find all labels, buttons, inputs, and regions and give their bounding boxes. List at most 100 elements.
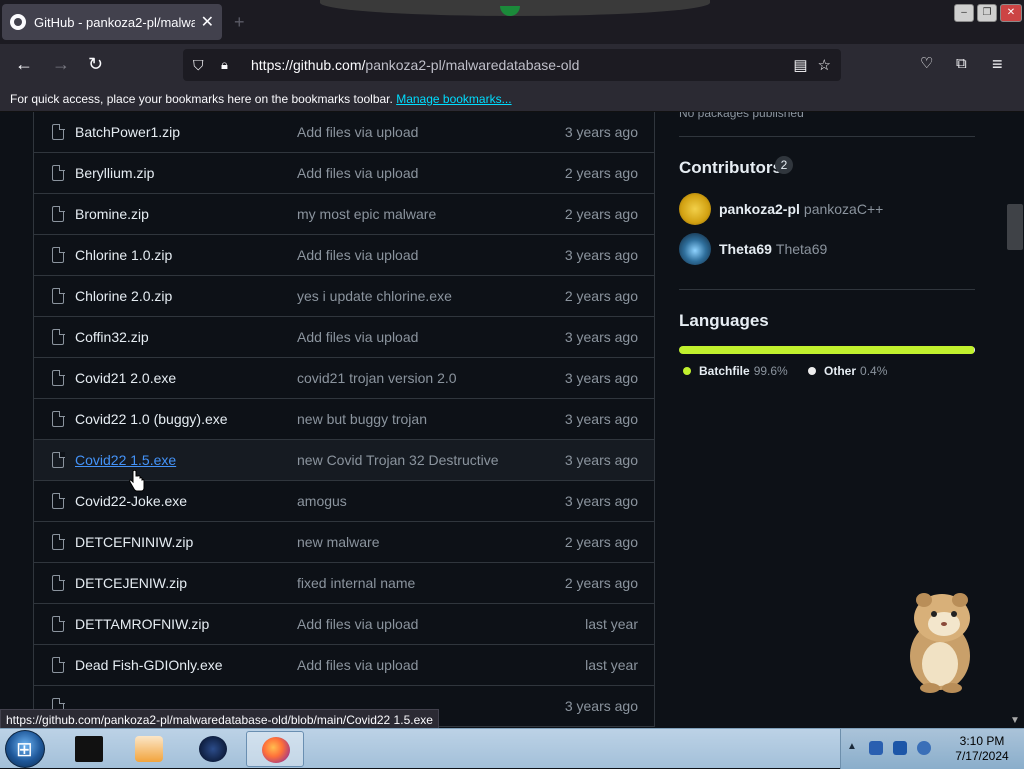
language-item-other[interactable]: Other 0.4%: [808, 364, 887, 378]
commit-message-link[interactable]: fixed internal name: [297, 575, 415, 591]
show-hidden-icons-arrow-icon[interactable]: ▲: [847, 741, 857, 752]
bookmarks-toolbar: For quick access, place your bookmarks h…: [0, 86, 1024, 112]
commit-date: 2 years ago: [564, 206, 638, 222]
back-arrow-icon[interactable]: ←: [15, 54, 33, 74]
file-row[interactable]: DETCEFNINIW.zip new malware 2 years ago: [34, 522, 654, 563]
file-row[interactable]: Covid21 2.0.exe covid21 trojan version 2.…: [34, 358, 654, 399]
address-bar[interactable]: ⛉ 🔒︎ https://github.com/pankoza2-pl/malw…: [183, 49, 841, 81]
file-row[interactable]: Covid22-Joke.exe amogus 3 years ago: [34, 481, 654, 522]
file-icon: [52, 451, 65, 468]
file-name-link[interactable]: Chlorine 1.0.zip: [75, 247, 172, 263]
start-button[interactable]: [5, 730, 45, 768]
file-row[interactable]: BatchPower1.zip Add files via upload 3 yea…: [34, 112, 654, 153]
file-row[interactable]: Chlorine 1.0.zip Add files via upload 3 ye…: [34, 235, 654, 276]
contributor-login[interactable]: pankoza2-pl: [719, 201, 800, 217]
file-name-link[interactable]: DETCEFNINIW.zip: [75, 534, 193, 550]
file-name-link[interactable]: Dead Fish-GDIOnly.exe: [75, 657, 223, 673]
pocket-icon[interactable]: ♡: [920, 54, 933, 74]
language-item-batchfile[interactable]: Batchfile 99.6%: [683, 364, 788, 378]
file-row[interactable]: DETTAMROFNIW.zip Add files via upload last…: [34, 604, 654, 645]
file-row[interactable]: Dead Fish-GDIOnly.exe Add files via uploa…: [34, 645, 654, 686]
file-icon: [52, 369, 65, 386]
commit-message-link[interactable]: new but buggy trojan: [297, 411, 427, 427]
language-name: Other: [824, 364, 857, 378]
packages-text: No packages published: [679, 112, 804, 120]
commit-message-link[interactable]: new malware: [297, 534, 379, 550]
contributor-item[interactable]: Theta69 Theta69: [679, 233, 827, 265]
file-name-link[interactable]: Covid21 2.0.exe: [75, 370, 176, 386]
taskbar-app-media-player[interactable]: [120, 731, 178, 767]
menu-icon[interactable]: ≡: [992, 54, 1003, 74]
file-name-link[interactable]: Coffin32.zip: [75, 329, 149, 345]
avatar[interactable]: [679, 233, 711, 265]
file-name-link[interactable]: Covid22 1.0 (buggy).exe: [75, 411, 228, 427]
commit-message-link[interactable]: new Covid Trojan 32 Destructive: [297, 452, 499, 468]
commit-date: 3 years ago: [564, 370, 638, 386]
file-icon: [52, 574, 65, 591]
tab-close-icon[interactable]: ✕: [201, 12, 214, 32]
restore-icon[interactable]: ❐: [977, 4, 997, 22]
scrollbar-thumb[interactable]: [1007, 204, 1023, 250]
file-name-link[interactable]: DETCEJENIW.zip: [75, 575, 187, 591]
file-row[interactable]: Beryllium.zip Add files via upload 2 years…: [34, 153, 654, 194]
commit-message-link[interactable]: Add files via upload: [297, 657, 418, 673]
contributor-item[interactable]: pankoza2-pl pankozaC++: [679, 193, 883, 225]
commit-message-link[interactable]: my most epic malware: [297, 206, 436, 222]
file-name-link[interactable]: Bromine.zip: [75, 206, 149, 222]
file-row[interactable]: DETCEJENIW.zip fixed internal name 2 years…: [34, 563, 654, 604]
file-name-link[interactable]: Beryllium.zip: [75, 165, 154, 181]
file-row[interactable]: Coffin32.zip Add files via upload 3 years …: [34, 317, 654, 358]
file-name-link[interactable]: Chlorine 2.0.zip: [75, 288, 172, 304]
commit-message-link[interactable]: Add files via upload: [297, 165, 418, 181]
commit-message-link[interactable]: yes i update chlorine.exe: [297, 288, 452, 304]
forward-arrow-icon[interactable]: →: [52, 54, 70, 74]
globe-icon: [199, 736, 227, 762]
page-scrollbar[interactable]: ▼: [1006, 112, 1024, 728]
taskbar-app-globe[interactable]: [184, 731, 242, 767]
network-tray-icon[interactable]: [893, 741, 907, 755]
contributor-login[interactable]: Theta69: [719, 241, 772, 257]
hamster-desktop-pet[interactable]: [896, 584, 984, 694]
browser-tab[interactable]: GitHub - pankoza2-pl/malwaredatabase-old…: [2, 4, 222, 40]
file-name-link[interactable]: Covid22 1.5.exe: [75, 452, 176, 468]
taskbar-app-monitor[interactable]: [60, 731, 118, 767]
file-icon: [52, 287, 65, 304]
file-icon: [52, 410, 65, 427]
contributor-display-name: Theta69: [775, 241, 828, 257]
contributors-heading[interactable]: Contributors: [679, 158, 782, 178]
file-row[interactable]: Covid22 1.0 (buggy).exe new but buggy tro…: [34, 399, 654, 440]
file-row[interactable]: Bromine.zip my most epic malware 2 years a…: [34, 194, 654, 235]
taskbar-clock[interactable]: 3:10 PM 7/17/2024: [943, 734, 1021, 764]
new-tab-button[interactable]: +: [234, 12, 245, 33]
commit-message-link[interactable]: Add files via upload: [297, 124, 418, 140]
commit-message-link[interactable]: Add files via upload: [297, 616, 418, 632]
close-window-icon[interactable]: ✕: [1000, 4, 1022, 22]
bookmark-star-icon[interactable]: ☆: [818, 56, 831, 74]
language-color-dot: [808, 367, 816, 375]
file-row-hovered[interactable]: Covid22 1.5.exe new Covid Trojan 32 Destr…: [34, 440, 654, 481]
file-icon: [52, 533, 65, 550]
scroll-down-arrow-icon[interactable]: ▼: [1010, 715, 1020, 726]
reload-icon[interactable]: ↻: [88, 54, 103, 74]
commit-message-link[interactable]: covid21 trojan version 2.0: [297, 370, 457, 386]
file-row[interactable]: Chlorine 2.0.zip yes i update chlorine.ex…: [34, 276, 654, 317]
divider: [679, 136, 975, 137]
file-name-link[interactable]: Covid22-Joke.exe: [75, 493, 187, 509]
commit-date: 3 years ago: [564, 329, 638, 345]
url-text[interactable]: https://github.com/pankoza2-pl/malwareda…: [251, 57, 793, 73]
commit-message-link[interactable]: Add files via upload: [297, 329, 418, 345]
file-name-link[interactable]: BatchPower1.zip: [75, 124, 180, 140]
volume-tray-icon[interactable]: [917, 741, 931, 755]
security-shield-tray-icon[interactable]: [869, 741, 883, 755]
taskbar-app-firefox[interactable]: [246, 731, 304, 767]
file-name-link[interactable]: DETTAMROFNIW.zip: [75, 616, 209, 632]
minimize-icon[interactable]: –: [954, 4, 974, 22]
tracking-shield-icon[interactable]: ⛉: [193, 57, 209, 74]
reader-view-icon[interactable]: ▤: [793, 56, 807, 74]
avatar[interactable]: [679, 193, 711, 225]
manage-bookmarks-link[interactable]: Manage bookmarks...: [396, 92, 511, 106]
lock-icon[interactable]: 🔒︎: [221, 57, 235, 73]
commit-message-link[interactable]: Add files via upload: [297, 247, 418, 263]
commit-message-link[interactable]: amogus: [297, 493, 347, 509]
extensions-icon[interactable]: ⧉: [956, 54, 967, 74]
